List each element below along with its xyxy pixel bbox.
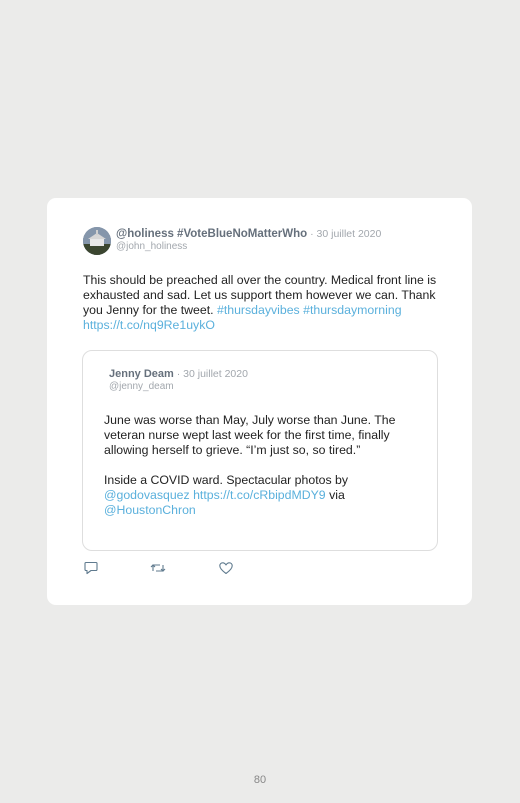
mention-godovasquez[interactable]: @godovasquez (104, 488, 190, 502)
reply-icon[interactable] (83, 560, 99, 576)
like-icon[interactable] (218, 560, 234, 576)
tweet-card: @holiness #VoteBlueNoMatterWho · 30 juil… (47, 198, 472, 605)
author-line[interactable]: @holiness #VoteBlueNoMatterWho · 30 juil… (116, 228, 381, 240)
quoted-author-name[interactable]: Jenny Deam (109, 368, 174, 380)
quoted-paragraph-1: June was worse than May, July worse than… (104, 413, 396, 457)
quoted-author-line[interactable]: Jenny Deam · 30 juillet 2020 (109, 368, 248, 380)
page-number: 80 (253, 774, 267, 786)
quoted-author-handle[interactable]: @jenny_deam (109, 381, 174, 392)
quoted-paragraph-2: Inside a COVID ward. Spectacular photos … (104, 473, 414, 518)
author-name[interactable]: @holiness #VoteBlueNoMatterWho (116, 228, 307, 240)
hashtag-thursdaymorning[interactable]: #thursdaymorning (303, 303, 401, 317)
quoted-tweet[interactable]: Jenny Deam · 30 juillet 2020 @jenny_deam… (82, 350, 438, 551)
hashtag-thursdayvibes[interactable]: #thursdayvibes (217, 303, 300, 317)
tweet-date: · 30 juillet 2020 (307, 228, 382, 240)
mention-houstonchron[interactable]: @HoustonChron (104, 503, 196, 517)
tweet-text: This should be preached all over the cou… (83, 273, 443, 333)
tweet-link[interactable]: https://t.co/nq9Re1uykO (83, 318, 215, 332)
retweet-icon[interactable] (150, 560, 166, 576)
author-handle[interactable]: @john_holiness (116, 241, 187, 252)
via-text: via (325, 488, 345, 502)
avatar[interactable] (83, 227, 111, 255)
quoted-text: June was worse than May, July worse than… (104, 413, 414, 518)
quoted-paragraph-2-text: Inside a COVID ward. Spectacular photos … (104, 473, 349, 487)
quoted-link[interactable]: https://t.co/cRbipdMDY9 (193, 488, 326, 502)
quoted-date: · 30 juillet 2020 (173, 368, 248, 380)
